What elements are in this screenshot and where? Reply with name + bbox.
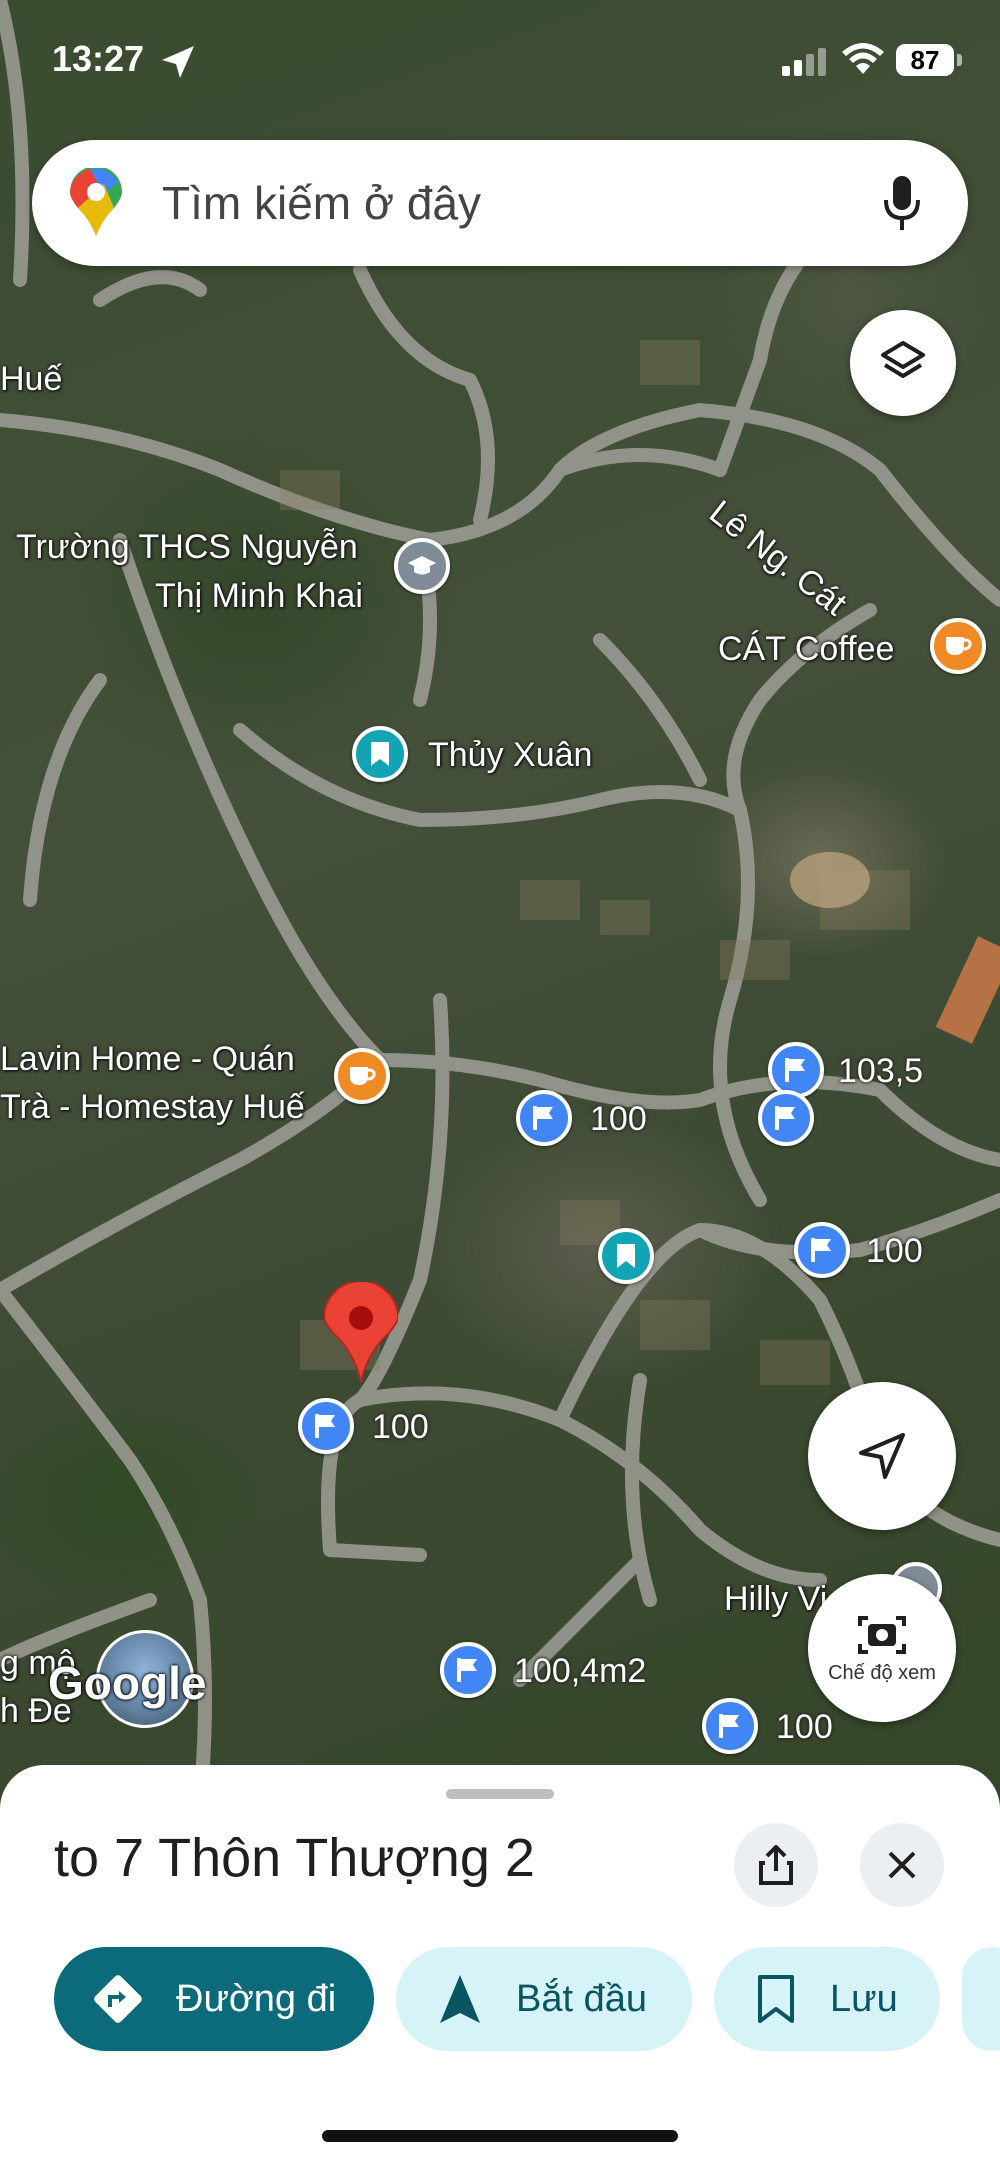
place-bottom-sheet[interactable]: to 7 Thôn Thượng 2 Đường đi Bắt đầu Lưu [0,1765,1000,2165]
layers-icon [881,341,925,378]
map-label-school-line1[interactable]: Trường THCS Nguyễn [16,524,358,570]
coffee-cup-icon [350,1067,376,1085]
cellular-signal-icon [782,48,826,76]
search-input[interactable]: Tìm kiếm ở đây [162,176,481,230]
map-label-hilly[interactable]: Hilly Vi [724,1576,827,1622]
directions-label: Đường đi [176,1977,337,2020]
listing-price-label[interactable]: 100 [776,1704,833,1750]
my-location-button[interactable] [808,1382,956,1530]
listing-pin-icon[interactable] [768,1042,824,1098]
place-title: to 7 Thôn Thượng 2 [54,1828,535,1888]
wifi-icon [842,43,884,74]
bookmark-outline-icon [758,1975,794,2023]
listing-pin-icon[interactable] [794,1222,850,1278]
listing-pin-icon[interactable] [440,1642,496,1698]
listing-pin-icon[interactable] [516,1090,572,1146]
navigation-arrow-icon [859,1433,905,1479]
battery-indicator: 87 [896,44,954,76]
listing-price-label[interactable]: 103,5 [838,1048,923,1094]
share-icon [759,1845,793,1885]
listing-pin-icon[interactable] [758,1090,814,1146]
listing-price-label[interactable]: 100 [866,1228,923,1274]
graduation-cap-icon [408,556,436,575]
google-logo: Google [48,1657,207,1709]
google-maps-logo-icon [70,168,122,236]
view-mode-label: Chế độ xem [828,1661,936,1684]
road-network [0,0,1000,1800]
map-label-cat-coffee[interactable]: CÁT Coffee [718,626,894,672]
search-bar[interactable]: Tìm kiếm ở đây [32,140,968,266]
listing-price-label[interactable]: 100 [590,1096,647,1142]
flag-icon [719,1714,739,1738]
home-indicator [322,2130,678,2142]
microphone-icon[interactable] [882,174,922,232]
battery-tip [957,54,962,66]
share-button[interactable] [734,1823,818,1907]
selected-location-pin-icon[interactable] [324,1282,398,1384]
map-label-school-line2[interactable]: Thị Minh Khai [155,573,363,619]
bookmark-icon [617,1244,635,1268]
layers-button[interactable] [850,310,956,416]
saved-place-pin-icon[interactable] [598,1228,654,1284]
school-pin-icon[interactable] [394,538,450,594]
sheet-drag-handle[interactable] [446,1789,554,1799]
close-icon [888,1851,916,1879]
status-bar: 13:27 87 [0,0,1000,120]
view-mode-button[interactable]: Chế độ xem [808,1574,956,1722]
more-actions-chip[interactable] [962,1947,1000,2051]
directions-button[interactable]: Đường đi [54,1947,374,2051]
listing-pin-icon[interactable] [702,1698,758,1754]
cafe-pin-icon[interactable] [930,618,986,674]
bookmark-icon [371,742,389,766]
close-button[interactable] [860,1823,944,1907]
status-time: 13:27 [52,38,145,79]
flag-icon [533,1106,553,1130]
start-button[interactable]: Bắt đầu [396,1947,692,2051]
listing-pin-icon[interactable] [298,1398,354,1454]
map-label-lavin-line2[interactable]: Trà - Homestay Huế [0,1084,305,1130]
start-label: Bắt đầu [516,1977,647,2020]
directions-icon [94,1975,142,2023]
saved-place-pin-icon[interactable] [352,726,408,782]
flag-icon [785,1058,805,1082]
flag-icon [457,1658,477,1682]
map-view[interactable]: Huế Trường THCS Nguyễn Thị Minh Khai Lê … [0,0,1000,1800]
cafe-pin-icon[interactable] [334,1048,390,1104]
location-arrow-icon [162,46,194,78]
listing-price-label[interactable]: 100 [372,1404,429,1450]
navigation-start-icon [440,1975,480,2023]
flag-icon [315,1414,335,1438]
flag-icon [811,1238,831,1262]
save-label: Lưu [830,1977,898,2020]
listing-price-label[interactable]: 100,4m2 [514,1648,646,1694]
save-button[interactable]: Lưu [714,1947,940,2051]
map-label-hue: Huế [0,360,63,398]
coffee-cup-icon [946,637,972,655]
camera-view-icon [858,1615,906,1654]
flag-icon [775,1106,795,1130]
map-label-lavin-line1[interactable]: Lavin Home - Quán [0,1036,295,1082]
map-label-thuy-xuan[interactable]: Thủy Xuân [428,732,592,778]
